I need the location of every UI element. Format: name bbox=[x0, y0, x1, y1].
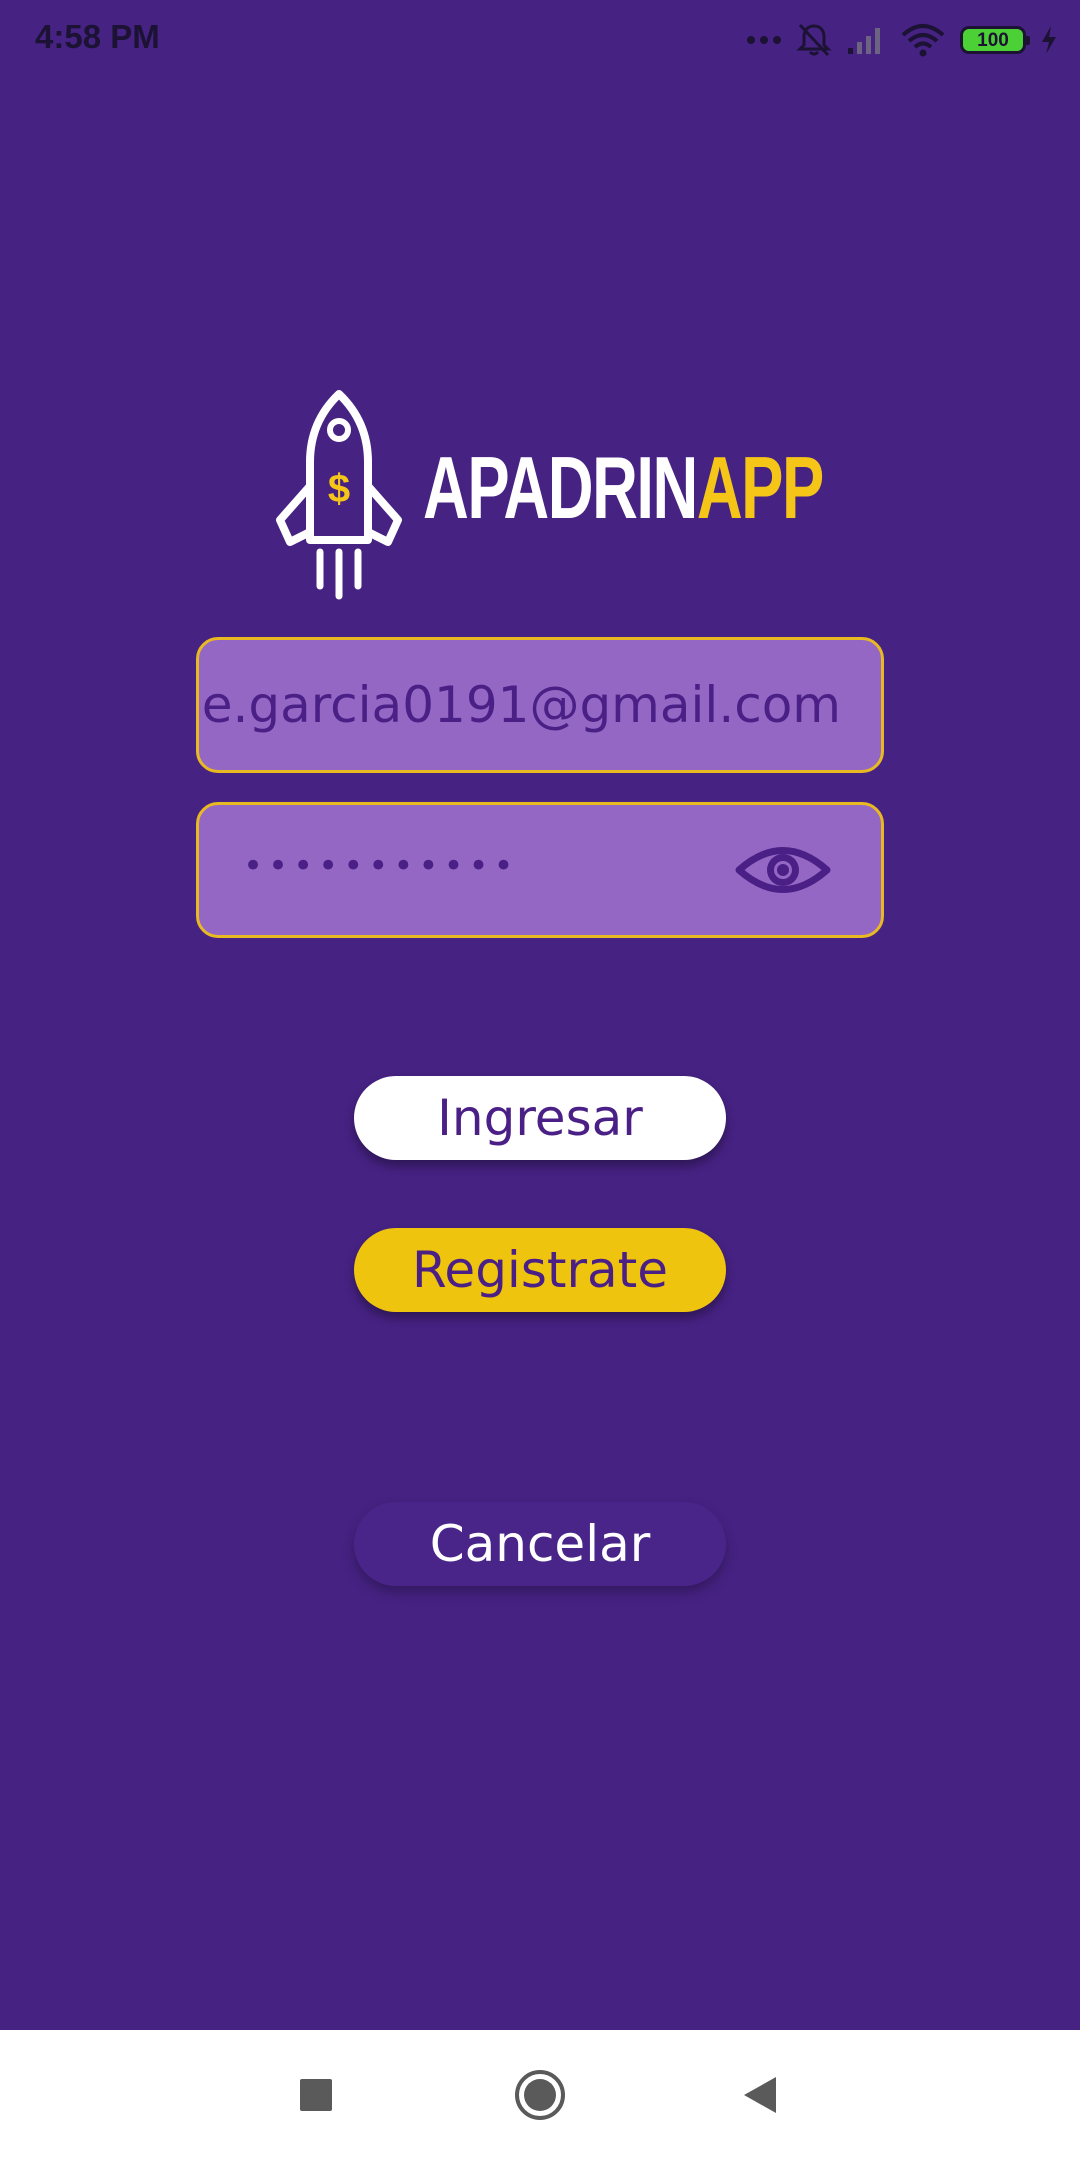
square-recents-icon[interactable] bbox=[286, 2065, 346, 2125]
email-field[interactable]: e.garcia0191@gmail.com bbox=[196, 637, 884, 773]
status-bar: 4:58 PM 100 bbox=[0, 0, 1080, 78]
notifications-off-icon bbox=[796, 22, 832, 58]
battery-icon: 100 bbox=[960, 26, 1030, 54]
status-icons: 100 bbox=[746, 18, 1058, 62]
more-dots-icon bbox=[746, 35, 782, 45]
register-button[interactable]: Registrate bbox=[354, 1228, 726, 1312]
app-logo: $ APADRINAPP bbox=[268, 390, 824, 606]
logo-text-main: APADRIN bbox=[423, 438, 698, 537]
navigation-bar bbox=[0, 2030, 1080, 2160]
status-time: 4:58 PM bbox=[35, 18, 160, 55]
password-value: ••••••••••• bbox=[243, 846, 519, 886]
svg-text:$: $ bbox=[328, 467, 350, 511]
rocket-dollar-icon: $ bbox=[276, 390, 402, 600]
logo-text-accent: APP bbox=[696, 438, 824, 537]
password-field[interactable]: ••••••••••• bbox=[196, 802, 884, 938]
charging-icon bbox=[1040, 25, 1058, 55]
login-button[interactable]: Ingresar bbox=[354, 1076, 726, 1160]
battery-level: 100 bbox=[977, 29, 1009, 51]
email-value: e.garcia0191@gmail.com bbox=[201, 676, 841, 734]
logo-wordmark: APADRINAPP bbox=[423, 438, 824, 538]
triangle-back-icon[interactable] bbox=[730, 2065, 790, 2125]
login-screen: 4:58 PM 100 $ APADRINAPP e.garcia0191@gm… bbox=[0, 0, 1080, 2030]
eye-icon[interactable] bbox=[735, 839, 831, 901]
cancel-button[interactable]: Cancelar bbox=[354, 1502, 726, 1586]
circle-home-icon[interactable] bbox=[510, 2065, 570, 2125]
wifi-icon bbox=[900, 23, 946, 57]
signal-icon bbox=[846, 24, 886, 56]
